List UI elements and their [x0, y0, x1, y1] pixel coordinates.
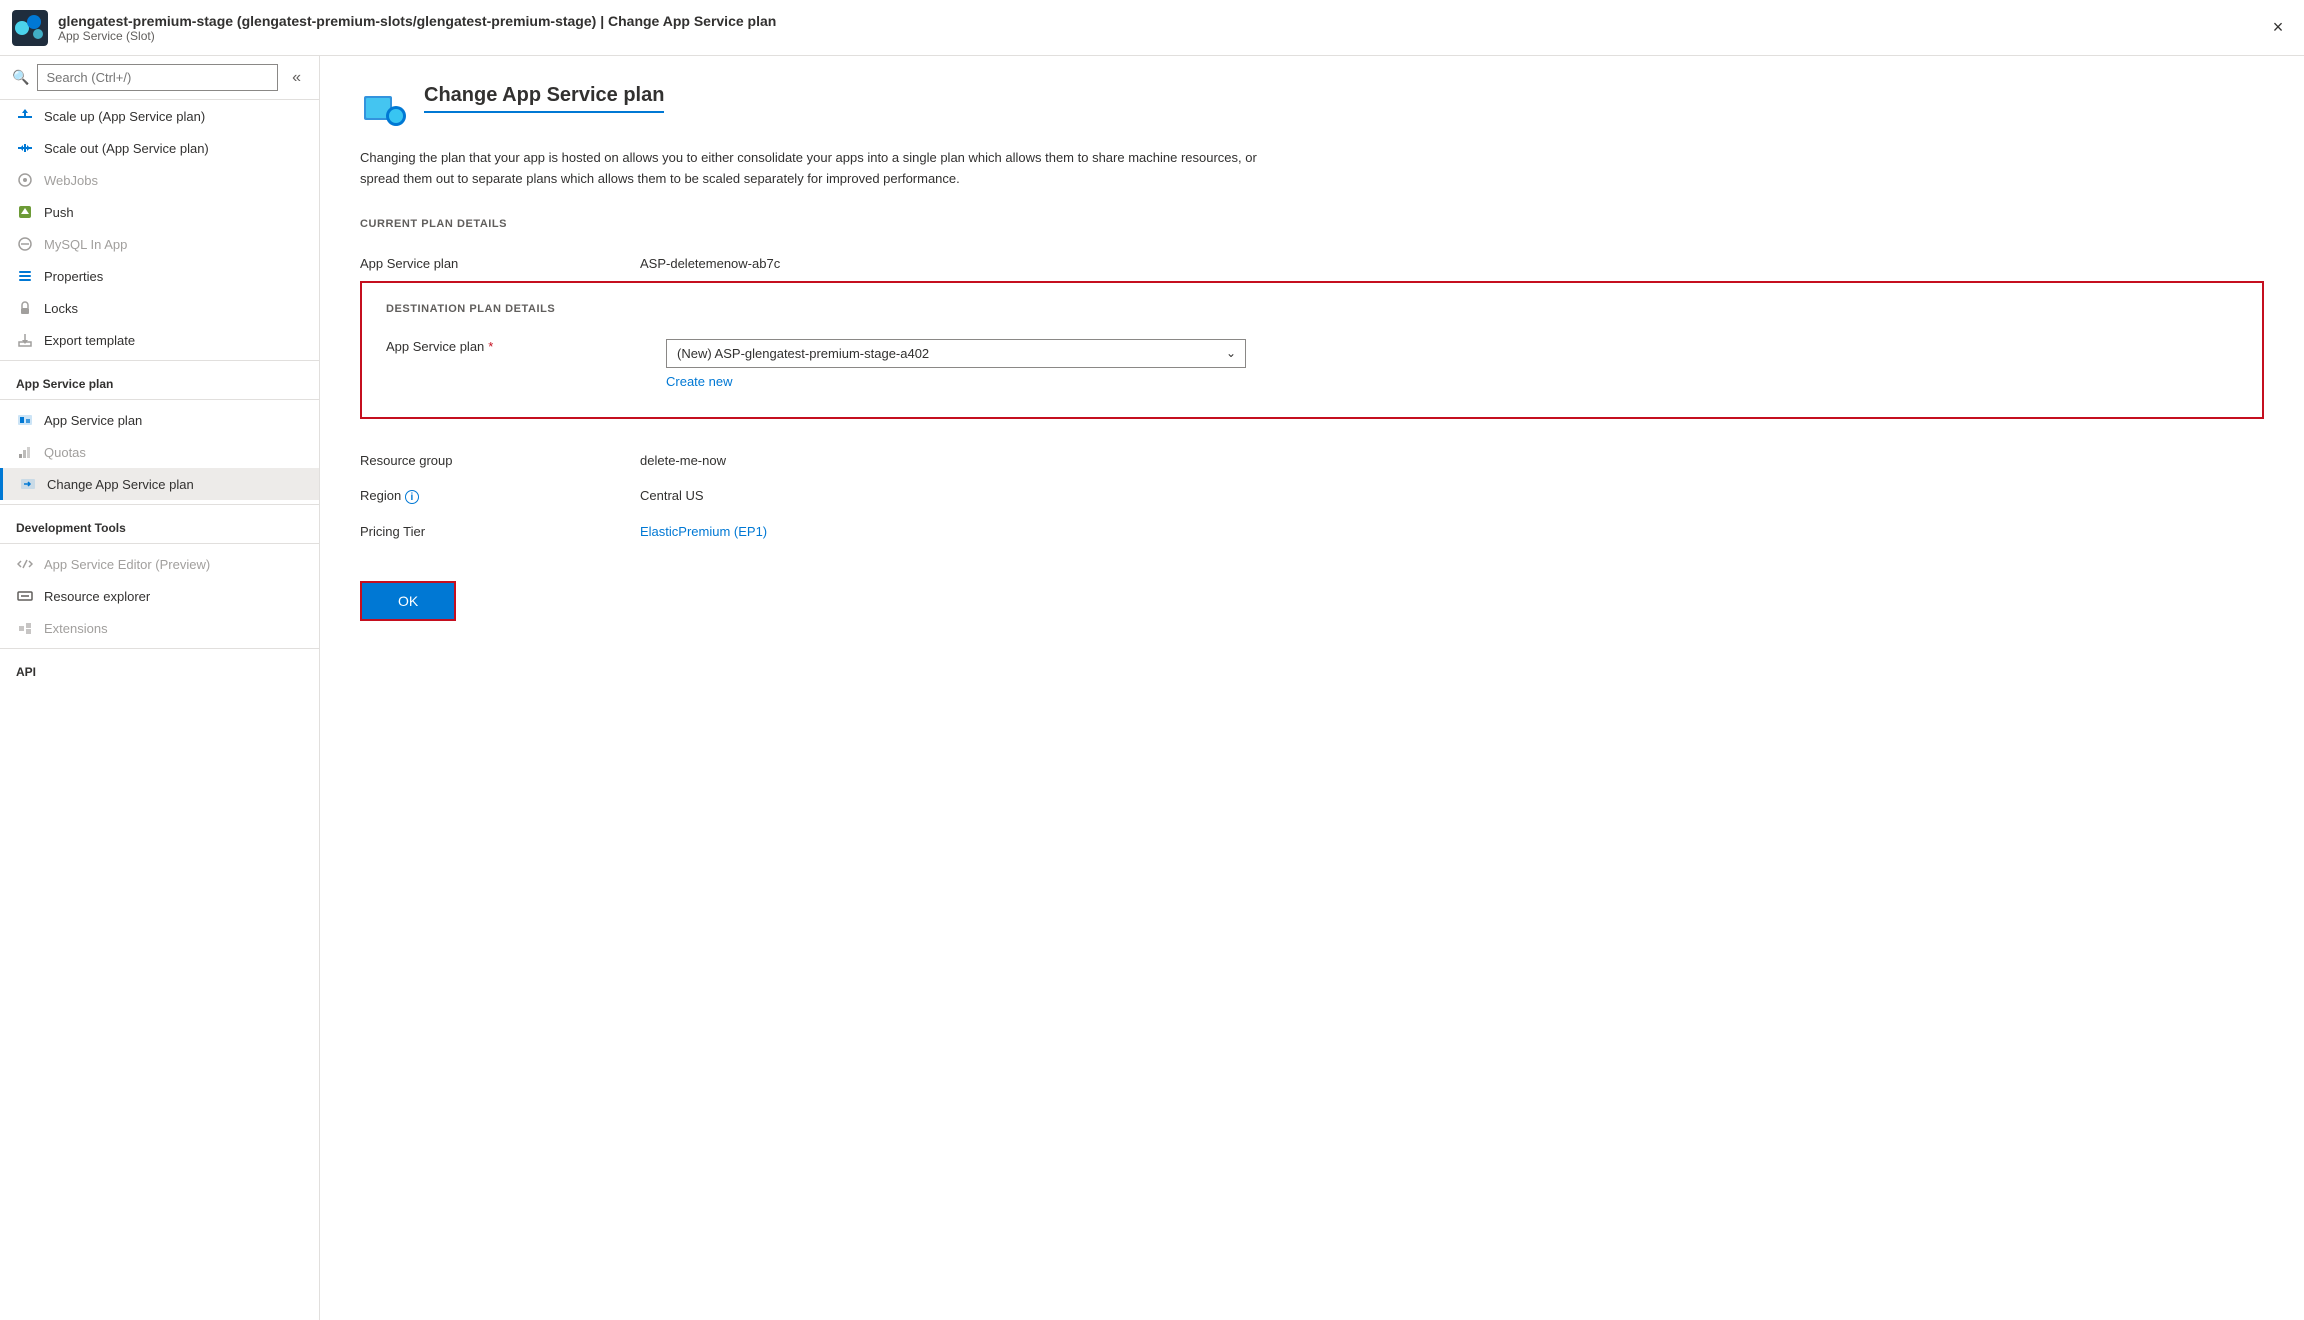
sidebar-label-resource-explorer: Resource explorer: [44, 589, 150, 604]
sidebar-item-mysql: MySQL In App: [0, 228, 319, 260]
editor-icon: [16, 555, 34, 573]
sidebar-item-extensions: Extensions: [0, 612, 319, 644]
search-input[interactable]: [37, 64, 278, 91]
section-header-devtools: Development Tools: [0, 509, 319, 539]
current-plan-section-label: CURRENT PLAN DETAILS: [360, 218, 2264, 230]
title-bar: glengatest-premium-stage (glengatest-pre…: [0, 0, 2304, 56]
close-button[interactable]: ×: [2264, 14, 2292, 42]
resource-explorer-icon: [16, 587, 34, 605]
page-header-text: Change App Service plan: [424, 84, 664, 113]
sidebar-scroll: Scale up (App Service plan) Scale out (A…: [0, 100, 319, 1320]
app-icon: [12, 10, 48, 46]
destination-asp-label-text: App Service plan: [386, 339, 484, 354]
sidebar-label-push: Push: [44, 205, 74, 220]
quotas-icon: [16, 443, 34, 461]
sidebar-label-scale-out: Scale out (App Service plan): [44, 141, 209, 156]
scale-up-icon: [16, 107, 34, 125]
region-info-icon[interactable]: i: [405, 490, 419, 504]
asp-icon: [16, 411, 34, 429]
extensions-icon: [16, 619, 34, 637]
region-value: Central US: [640, 488, 704, 503]
scale-out-icon: [16, 139, 34, 157]
push-icon: [16, 203, 34, 221]
region-label-text: Region: [360, 488, 401, 503]
sidebar-item-export[interactable]: Export template: [0, 324, 319, 356]
resource-group-row: Resource group delete-me-now: [360, 443, 2264, 478]
main-content: Change App Service plan Changing the pla…: [320, 56, 2304, 1320]
webjobs-icon: [16, 171, 34, 189]
window-title: glengatest-premium-stage (glengatest-pre…: [58, 13, 2264, 29]
divider-4: [0, 543, 319, 544]
collapse-button[interactable]: «: [286, 67, 307, 89]
sidebar-item-push[interactable]: Push: [0, 196, 319, 228]
sidebar-item-editor: App Service Editor (Preview): [0, 548, 319, 580]
asp-select-wrapper: (New) ASP-glengatest-premium-stage-a402 …: [666, 339, 1246, 368]
window-subtitle: App Service (Slot): [58, 29, 2264, 43]
sidebar-label-mysql: MySQL In App: [44, 237, 127, 252]
destination-plan-box: DESTINATION PLAN DETAILS App Service pla…: [360, 281, 2264, 419]
properties-icon: [16, 267, 34, 285]
current-plan-label: App Service plan: [360, 256, 640, 271]
search-icon: 🔍: [12, 69, 29, 86]
locks-icon: [16, 299, 34, 317]
sidebar-label-extensions: Extensions: [44, 621, 108, 636]
mysql-icon: [16, 235, 34, 253]
sidebar-item-scale-out[interactable]: Scale out (App Service plan): [0, 132, 319, 164]
sidebar-label-editor: App Service Editor (Preview): [44, 557, 210, 572]
sidebar: 🔍 « Scale up (App Service plan) Scale ou…: [0, 56, 320, 1320]
sidebar-label-webjobs: WebJobs: [44, 173, 98, 188]
destination-asp-control: (New) ASP-glengatest-premium-stage-a402 …: [666, 339, 2238, 389]
change-asp-icon: [19, 475, 37, 493]
section-header-asp: App Service plan: [0, 365, 319, 395]
sidebar-label-asp: App Service plan: [44, 413, 142, 428]
sidebar-item-quotas: Quotas: [0, 436, 319, 468]
sidebar-item-locks[interactable]: Locks: [0, 292, 319, 324]
title-bar-text: glengatest-premium-stage (glengatest-pre…: [58, 13, 2264, 43]
divider-1: [0, 360, 319, 361]
sidebar-search-container: 🔍 «: [0, 56, 319, 100]
create-new-link[interactable]: Create new: [666, 374, 2238, 389]
sidebar-label-change-asp: Change App Service plan: [47, 477, 194, 492]
pricing-tier-label: Pricing Tier: [360, 524, 640, 539]
sidebar-label-export: Export template: [44, 333, 135, 348]
page-description: Changing the plan that your app is hoste…: [360, 148, 1260, 190]
page-header: Change App Service plan: [360, 84, 2264, 132]
divider-2: [0, 399, 319, 400]
destination-asp-row: App Service plan * (New) ASP-glengatest-…: [386, 331, 2238, 397]
region-row: Region i Central US: [360, 478, 2264, 515]
sidebar-item-scale-up[interactable]: Scale up (App Service plan): [0, 100, 319, 132]
sidebar-item-change-asp[interactable]: Change App Service plan: [0, 468, 319, 500]
sidebar-item-resource-explorer[interactable]: Resource explorer: [0, 580, 319, 612]
destination-plan-label: DESTINATION PLAN DETAILS: [386, 303, 2238, 315]
resource-group-label: Resource group: [360, 453, 640, 468]
sidebar-label-properties: Properties: [44, 269, 103, 284]
sidebar-label-scale-up: Scale up (App Service plan): [44, 109, 205, 124]
sidebar-item-properties[interactable]: Properties: [0, 260, 319, 292]
divider-3: [0, 504, 319, 505]
export-icon: [16, 331, 34, 349]
asp-select[interactable]: (New) ASP-glengatest-premium-stage-a402: [666, 339, 1246, 368]
resource-group-value: delete-me-now: [640, 453, 726, 468]
info-section: Resource group delete-me-now Region i Ce…: [360, 443, 2264, 550]
divider-5: [0, 648, 319, 649]
page-header-icon: [360, 84, 408, 132]
current-plan-row: App Service plan ASP-deletemenow-ab7c: [360, 246, 2264, 281]
page-title: Change App Service plan: [424, 84, 664, 113]
region-label: Region i: [360, 488, 640, 505]
ok-button[interactable]: OK: [360, 581, 456, 621]
section-header-api: API: [0, 653, 319, 683]
sidebar-item-asp[interactable]: App Service plan: [0, 404, 319, 436]
pricing-tier-row: Pricing Tier ElasticPremium (EP1): [360, 514, 2264, 549]
sidebar-label-locks: Locks: [44, 301, 78, 316]
pricing-tier-value[interactable]: ElasticPremium (EP1): [640, 524, 767, 539]
destination-asp-label: App Service plan *: [386, 339, 666, 354]
sidebar-label-quotas: Quotas: [44, 445, 86, 460]
required-star: *: [488, 339, 493, 354]
sidebar-item-webjobs: WebJobs: [0, 164, 319, 196]
current-plan-value: ASP-deletemenow-ab7c: [640, 256, 780, 271]
